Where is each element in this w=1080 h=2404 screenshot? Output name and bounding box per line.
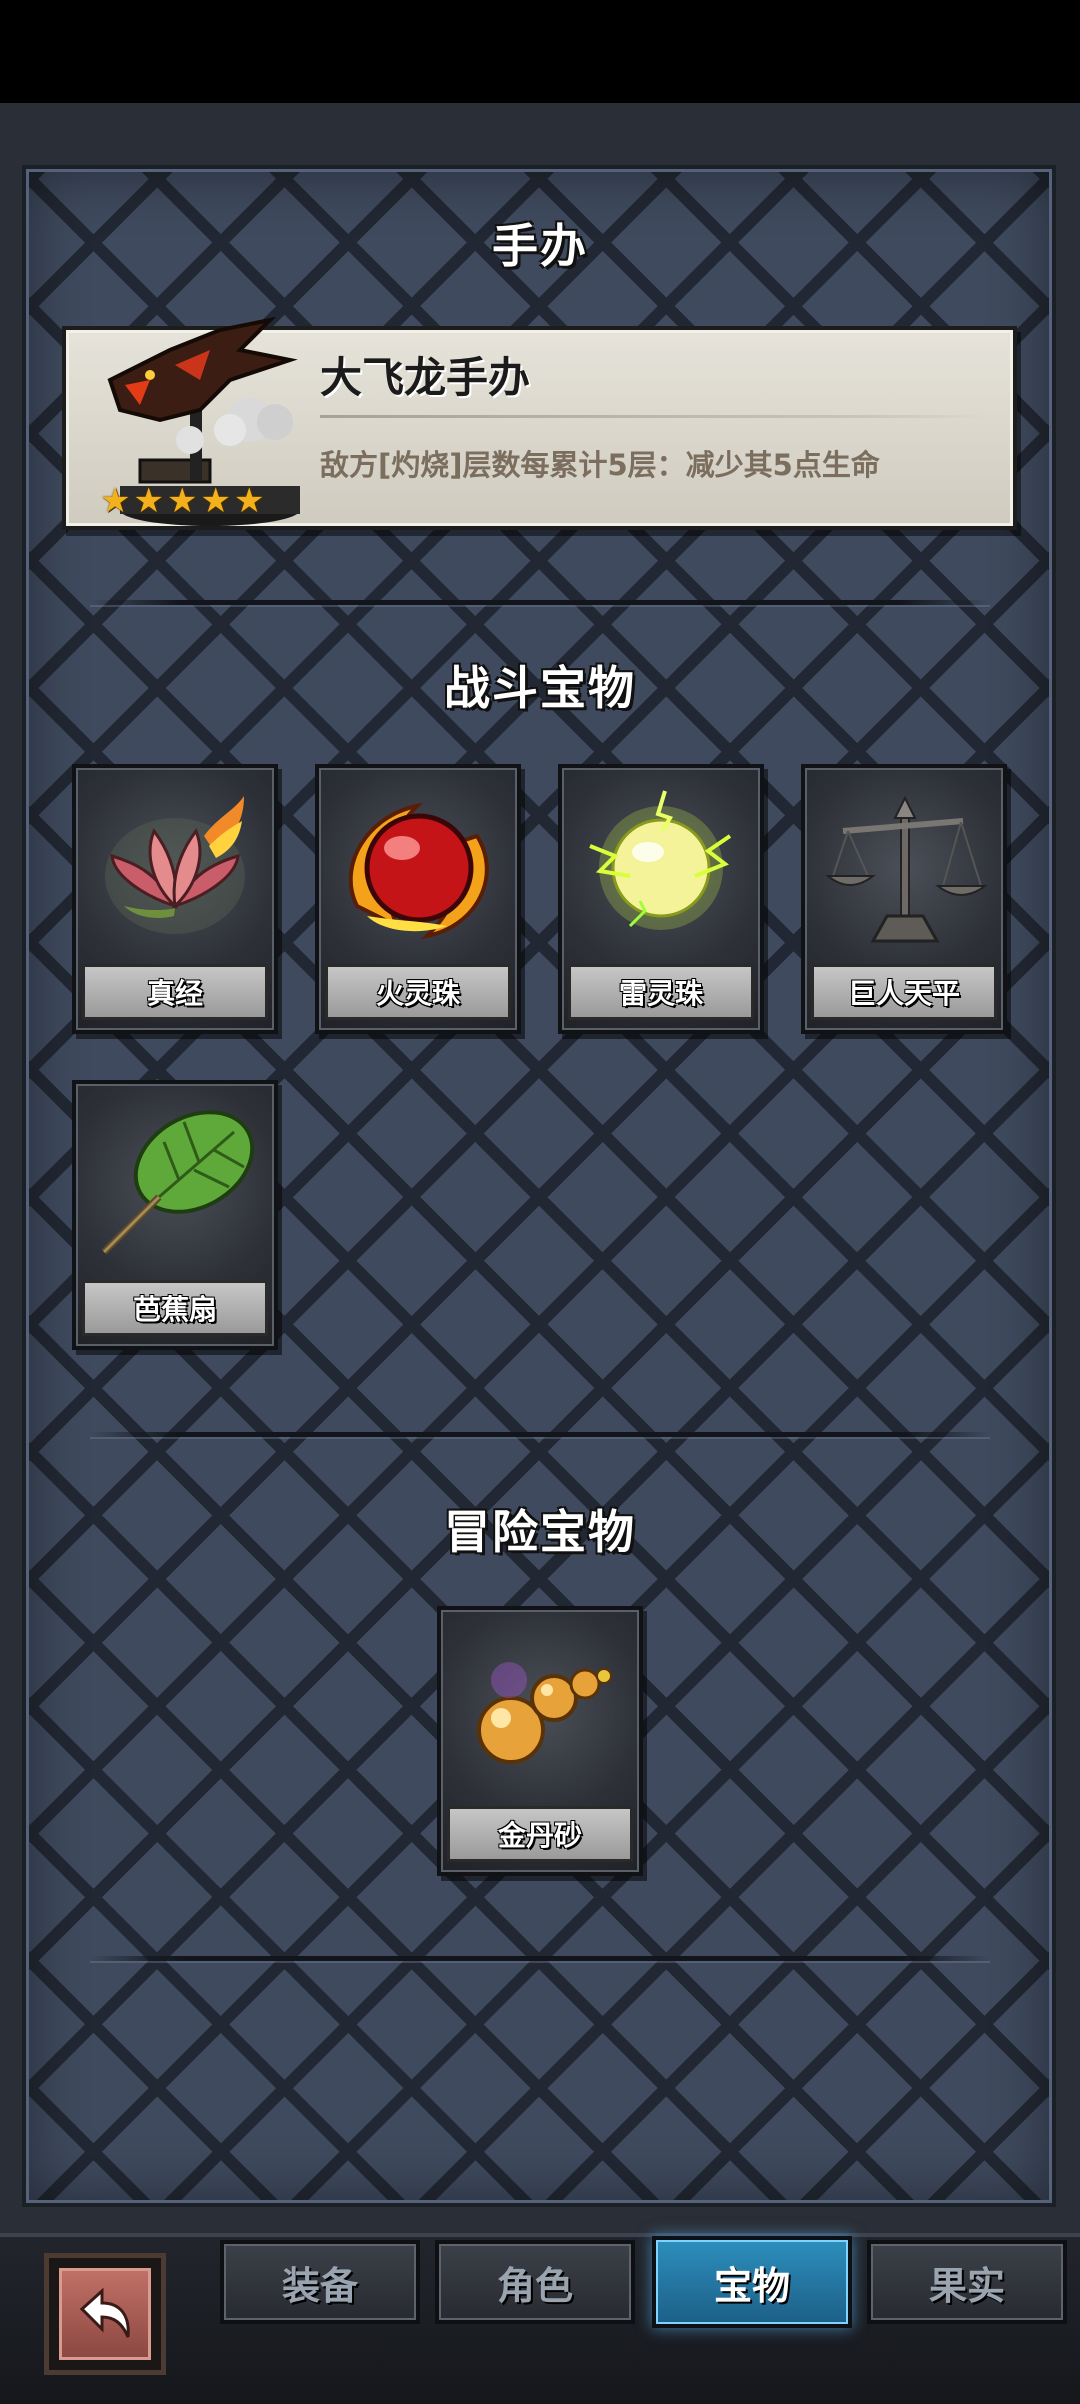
tab-treasure[interactable]: 宝物 (652, 2236, 852, 2328)
back-button-face (59, 2268, 151, 2360)
star-icon: ★ (233, 481, 265, 521)
treasure-label: 巨人天平 (811, 964, 997, 1020)
figure-section-title: 手办 (492, 219, 588, 273)
treasure-card-scales[interactable]: 巨人天平 (801, 764, 1007, 1034)
treasure-label: 雷灵珠 (568, 964, 754, 1020)
tab-equipment[interactable]: 装备 (220, 2240, 420, 2324)
treasure-label: 芭蕉扇 (82, 1280, 268, 1336)
banana-fan-icon (101, 1110, 255, 1255)
tab-character[interactable]: 角色 (435, 2240, 635, 2324)
section-divider (90, 1956, 990, 1961)
treasure-card-banana-fan[interactable]: 芭蕉扇 (72, 1080, 278, 1350)
treasure-label: 真经 (82, 964, 268, 1020)
battle-section-title: 战斗宝物 (444, 661, 636, 715)
figure-description: 敌方[灼烧]层数每累计5层：减少其5点生命 (320, 448, 880, 482)
star-icon: ★ (133, 481, 164, 521)
tab-fruit[interactable]: 果实 (867, 2240, 1067, 2324)
figure-divider (320, 415, 990, 418)
fire-orb-icon (348, 802, 489, 940)
treasure-card-zhenjing[interactable]: 真经 (72, 764, 278, 1034)
star-rating: ★ ★ ★ ★ ★ (100, 484, 264, 518)
star-icon: ★ (100, 481, 131, 521)
scales-icon (825, 795, 989, 943)
lotus-icon (105, 796, 245, 934)
treasure-label: 火灵珠 (325, 964, 511, 1020)
star-icon: ★ (166, 481, 198, 521)
section-divider (90, 1432, 990, 1437)
treasure-card-thunder-orb[interactable]: 雷灵珠 (558, 764, 764, 1034)
adventure-section-title: 冒险宝物 (444, 1505, 636, 1559)
figure-name: 大飞龙手办 (320, 353, 531, 402)
thunder-orb-icon (589, 790, 732, 930)
treasure-card-golden-pills[interactable]: 金丹砂 (437, 1606, 643, 1876)
treasure-label: 金丹砂 (447, 1806, 633, 1862)
status-bar (0, 0, 1080, 103)
golden-pills-icon (477, 1662, 612, 1764)
section-divider (90, 600, 990, 605)
star-icon: ★ (200, 481, 231, 521)
back-arrow-icon (79, 2287, 130, 2338)
treasure-card-fire-orb[interactable]: 火灵珠 (315, 764, 521, 1034)
back-button[interactable] (44, 2253, 166, 2375)
figure-card[interactable]: ★ ★ ★ ★ ★ 大飞龙手办 敌方[灼烧]层数每累计5层：减少其5点生命 (62, 316, 1017, 530)
